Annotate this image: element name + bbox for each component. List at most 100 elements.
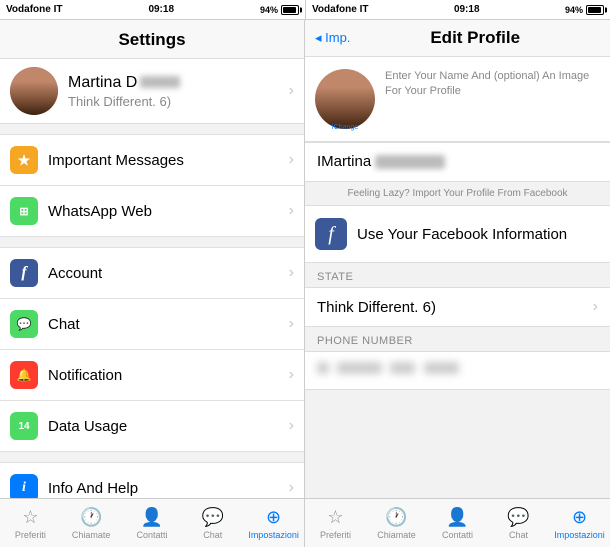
facebook-icon-large: f xyxy=(315,218,347,250)
tab-contatti-left[interactable]: 👤 Contatti xyxy=(122,499,183,547)
right-battery-icon xyxy=(586,5,604,15)
tab-impostazioni-left[interactable]: ⊕ Impostazioni xyxy=(243,499,304,547)
settings-item-chat[interactable]: 💬 Chat › xyxy=(0,299,304,350)
fb-button-label: Use Your Facebook Information xyxy=(357,226,567,243)
right-time: 09:18 xyxy=(454,4,480,15)
settings-title: Settings xyxy=(118,30,185,49)
impostazioni-icon-right: ⊕ xyxy=(572,507,587,528)
contatti-icon-left: 👤 xyxy=(141,507,163,528)
data-usage-icon: 14 xyxy=(10,412,38,440)
name-blurred xyxy=(375,155,445,169)
right-status-icons: 94% xyxy=(565,5,604,15)
phone-value xyxy=(317,362,459,379)
profile-name: Martina D xyxy=(68,74,289,92)
left-tab-bar-inner: ☆ Preferiti 🕐 Chiamate 👤 Contatti 💬 Chat… xyxy=(0,499,304,547)
tab-chat-right[interactable]: 💬 Chat xyxy=(488,499,549,547)
account-label: Account xyxy=(48,265,289,282)
settings-item-account[interactable]: f Account › xyxy=(0,247,304,299)
chat-tab-label-right: Chat xyxy=(509,530,528,540)
edit-content: IChange Enter Your Name And (optional) A… xyxy=(305,57,610,498)
left-header: Settings xyxy=(0,20,304,59)
name-field-section: IMartina xyxy=(305,142,610,182)
left-battery-pct: 94% xyxy=(260,5,278,15)
info-help-chevron: › xyxy=(289,479,294,497)
phone-field-row[interactable] xyxy=(305,351,610,390)
phone-blurred-2 xyxy=(337,362,382,374)
left-battery-icon xyxy=(281,5,299,15)
tab-chiamate-right[interactable]: 🕐 Chiamate xyxy=(366,499,427,547)
name-prefix: IMartina xyxy=(317,153,375,170)
chat-tab-icon-right: 💬 xyxy=(507,507,529,528)
contatti-label-left: Contatti xyxy=(136,530,167,540)
fb-use-button[interactable]: f Use Your Facebook Information xyxy=(305,205,610,263)
edit-avatar xyxy=(315,69,375,129)
right-carrier: Vodafone IT xyxy=(312,4,368,15)
whatsapp-web-icon: ⊞ xyxy=(10,197,38,225)
left-status-icons: 94% xyxy=(260,5,299,15)
chiamate-label-left: Chiamate xyxy=(72,530,111,540)
settings-item-notification[interactable]: 🔔 Notification › xyxy=(0,350,304,401)
left-carrier: Vodafone IT xyxy=(6,4,62,15)
state-value: Think Different. 6) xyxy=(317,299,436,316)
edit-avatar-wrapper[interactable]: IChange xyxy=(315,69,375,129)
impostazioni-label-right: Impostazioni xyxy=(554,530,605,540)
settings-item-important-messages[interactable]: ★ Important Messages › xyxy=(0,134,304,186)
left-panel: Settings Martina D Think Different. 6) › xyxy=(0,20,305,547)
whatsapp-web-chevron: › xyxy=(289,202,294,220)
chat-tab-label-left: Chat xyxy=(203,530,222,540)
tab-preferiti-right[interactable]: ☆ Preferiti xyxy=(305,499,366,547)
notification-label: Notification xyxy=(48,367,289,384)
profile-hint: Enter Your Name And (optional) An Image … xyxy=(385,69,600,100)
chat-chevron: › xyxy=(289,315,294,333)
settings-item-whatsapp-web[interactable]: ⊞ WhatsApp Web › xyxy=(0,186,304,237)
main-content: Settings Martina D Think Different. 6) › xyxy=(0,20,610,547)
account-chevron: › xyxy=(289,264,294,282)
settings-item-data-usage[interactable]: 14 Data Usage › xyxy=(0,401,304,452)
tab-impostazioni-right[interactable]: ⊕ Impostazioni xyxy=(549,499,610,547)
notification-chevron: › xyxy=(289,366,294,384)
right-status-bar: Vodafone IT 09:18 94% xyxy=(305,0,610,20)
profile-chevron-icon: › xyxy=(289,82,294,100)
edit-profile-title: Edit Profile xyxy=(350,28,600,48)
phone-section-header: PHONE NUMBER xyxy=(305,327,610,351)
profile-row[interactable]: Martina D Think Different. 6) › xyxy=(0,59,304,124)
tab-chat-left[interactable]: 💬 Chat xyxy=(182,499,243,547)
ichange-label: IChange xyxy=(332,124,358,131)
settings-section-1: ★ Important Messages › ⊞ WhatsApp Web › xyxy=(0,134,304,237)
profile-status: Think Different. 6) xyxy=(68,94,289,109)
chat-icon: 💬 xyxy=(10,310,38,338)
settings-section-2: f Account › 💬 Chat › 🔔 Notification › 14… xyxy=(0,247,304,452)
status-bars: Vodafone IT 09:18 94% Vodafone IT 09:18 … xyxy=(0,0,610,20)
back-button[interactable]: ◂ Imp. xyxy=(315,30,350,46)
tab-contatti-right[interactable]: 👤 Contatti xyxy=(427,499,488,547)
impostazioni-label-left: Impostazioni xyxy=(248,530,299,540)
profile-avatar xyxy=(10,67,58,115)
data-usage-chevron: › xyxy=(289,417,294,435)
left-tab-bar: ☆ Preferiti 🕐 Chiamate 👤 Contatti 💬 Chat… xyxy=(0,498,304,547)
chiamate-icon-left: 🕐 xyxy=(80,507,102,528)
info-help-icon: i xyxy=(10,474,38,498)
chat-tab-icon-left: 💬 xyxy=(202,507,224,528)
chat-label: Chat xyxy=(48,316,289,333)
right-tab-bar: ☆ Preferiti 🕐 Chiamate 👤 Contatti 💬 Chat… xyxy=(305,498,610,547)
settings-item-info-help[interactable]: i Info And Help › xyxy=(0,462,304,498)
right-panel: ◂ Imp. Edit Profile IChange Enter Your N… xyxy=(305,20,610,547)
preferiti-icon-right: ☆ xyxy=(327,507,343,528)
state-field-row[interactable]: Think Different. 6) › xyxy=(305,287,610,327)
tab-chiamate-left[interactable]: 🕐 Chiamate xyxy=(61,499,122,547)
avatar-image xyxy=(10,67,58,115)
notification-icon: 🔔 xyxy=(10,361,38,389)
name-input-row[interactable]: IMartina xyxy=(305,143,610,181)
impostazioni-icon-left: ⊕ xyxy=(266,507,281,528)
preferiti-label-left: Preferiti xyxy=(15,530,46,540)
fb-hint-text: Feeling Lazy? Import Your Profile From F… xyxy=(305,182,610,205)
data-usage-label: Data Usage xyxy=(48,418,289,435)
left-status-bar: Vodafone IT 09:18 94% xyxy=(0,0,305,20)
whatsapp-web-label: WhatsApp Web xyxy=(48,203,289,220)
contatti-icon-right: 👤 xyxy=(446,507,468,528)
tab-preferiti-left[interactable]: ☆ Preferiti xyxy=(0,499,61,547)
right-battery-pct: 94% xyxy=(565,5,583,15)
profile-info: Martina D Think Different. 6) xyxy=(68,74,289,109)
preferiti-icon-left: ☆ xyxy=(22,507,38,528)
chiamate-icon-right: 🕐 xyxy=(385,507,407,528)
